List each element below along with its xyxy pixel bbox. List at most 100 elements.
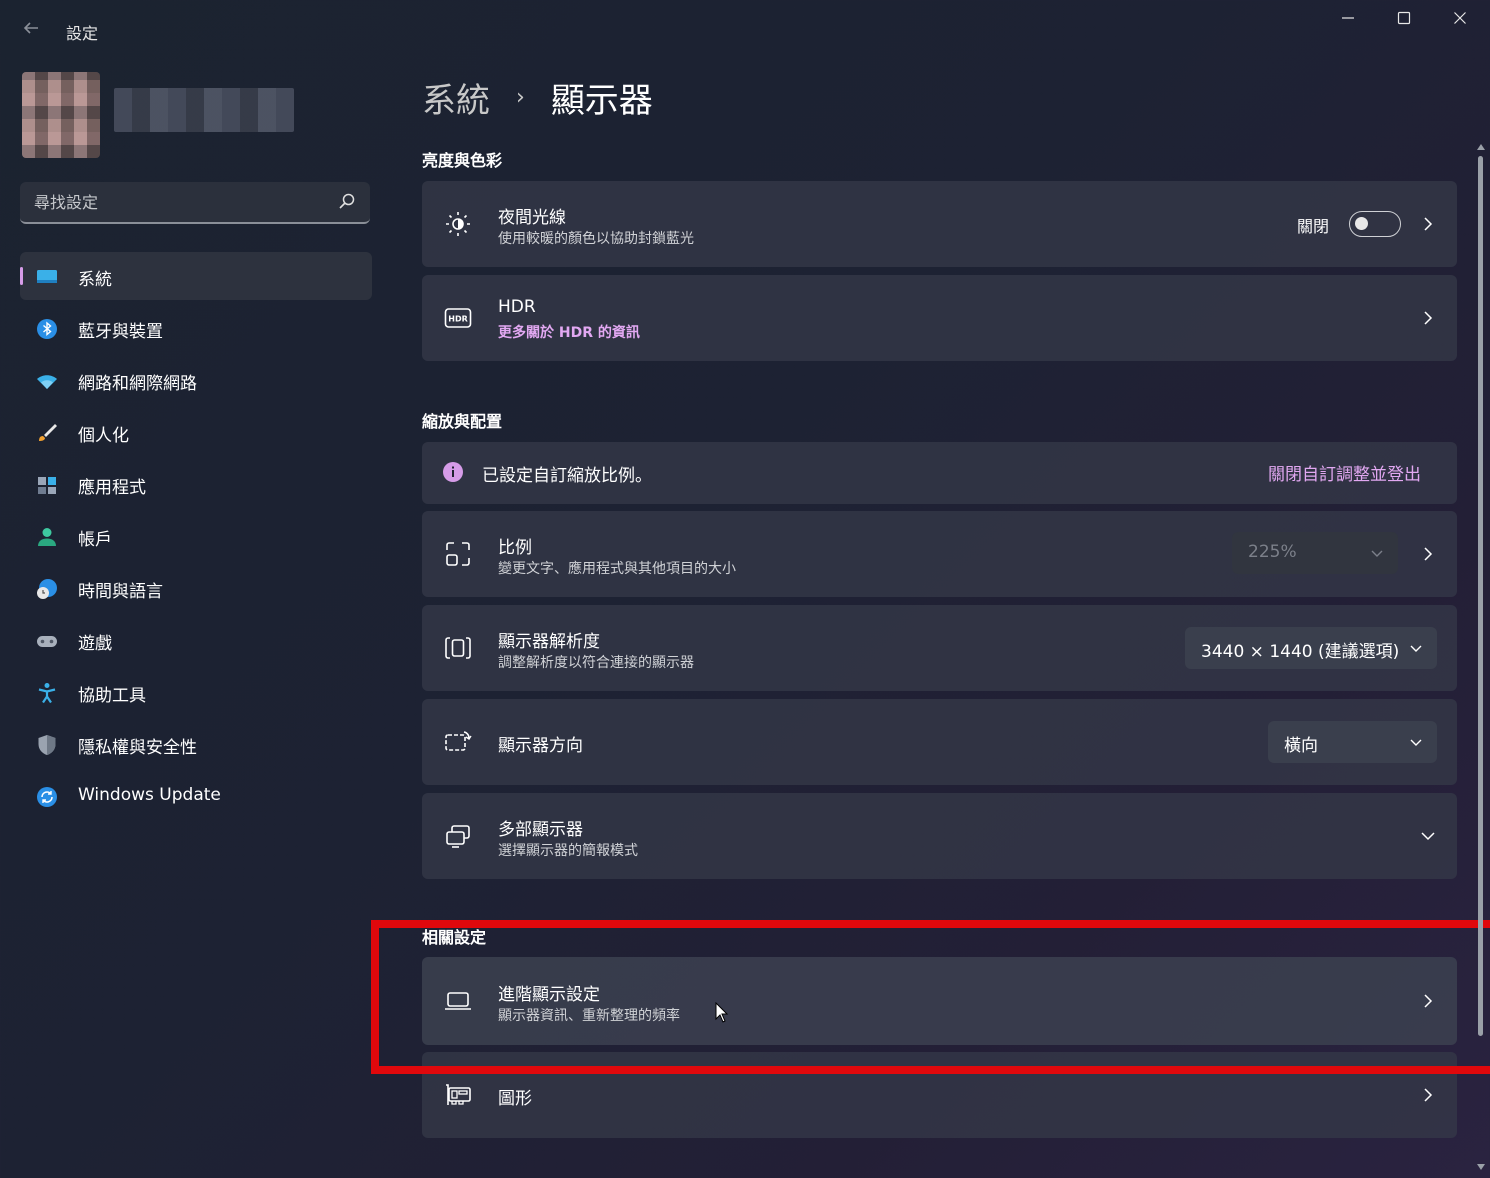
- chevron-down-icon: [1421, 832, 1435, 841]
- time-language-icon: [37, 579, 57, 599]
- sidebar-item-personalization[interactable]: 個人化: [20, 408, 372, 456]
- laptop-icon: [445, 992, 471, 1010]
- custom-scale-info-card: 已設定自訂縮放比例。 關閉自訂調整並登出: [422, 442, 1457, 504]
- advanced-display-card[interactable]: 進階顯示設定 顯示器資訊、重新整理的頻率: [422, 957, 1457, 1045]
- scale-icon: [446, 542, 470, 566]
- search-box[interactable]: [20, 182, 370, 224]
- sidebar-item-system[interactable]: 系統: [20, 252, 372, 300]
- scroll-down-arrow-icon[interactable]: [1476, 1162, 1486, 1172]
- sidebar-item-label: 帳戶: [78, 530, 112, 550]
- scale-dropdown-value: 225%: [1248, 542, 1297, 562]
- sidebar-item-label: 協助工具: [78, 686, 146, 706]
- sidebar-item-gaming[interactable]: 遊戲: [20, 616, 372, 664]
- chevron-down-icon: [1410, 645, 1422, 652]
- back-button[interactable]: [18, 18, 44, 44]
- graphics-card[interactable]: 圖形: [422, 1052, 1457, 1138]
- scale-dropdown: 225%: [1232, 532, 1398, 574]
- resolution-title: 顯示器解析度: [498, 632, 600, 652]
- turn-off-custom-scale-link[interactable]: 關閉自訂調整並登出: [1268, 460, 1421, 485]
- orientation-title: 顯示器方向: [498, 736, 583, 756]
- minimize-button[interactable]: [1320, 6, 1376, 34]
- breadcrumb-parent[interactable]: 系統: [422, 73, 490, 122]
- accessibility-icon: [38, 683, 56, 704]
- shield-icon: [38, 735, 56, 755]
- minimize-icon: [1342, 17, 1354, 19]
- back-arrow-icon: [23, 22, 38, 34]
- resolution-dropdown[interactable]: 3440 × 1440 (建議選項): [1185, 627, 1437, 669]
- hdr-title: HDR: [498, 297, 536, 317]
- advanced-display-title: 進階顯示設定: [498, 985, 600, 1005]
- sidebar-item-label: 隱私權與安全性: [78, 738, 197, 758]
- sidebar-item-privacy[interactable]: 隱私權與安全性: [20, 720, 372, 768]
- chevron-right-icon: [1424, 311, 1433, 325]
- user-name-blurred: [114, 88, 294, 132]
- chevron-right-icon: [1424, 1088, 1433, 1102]
- avatar[interactable]: [22, 72, 100, 158]
- section-title-related: 相關設定: [422, 928, 487, 947]
- sidebar-item-label: 遊戲: [78, 634, 112, 654]
- title-bar: 設定: [0, 0, 1490, 60]
- advanced-display-desc: 顯示器資訊、重新整理的頻率: [498, 1008, 680, 1024]
- sidebar-item-accounts[interactable]: 帳戶: [20, 512, 372, 560]
- search-icon[interactable]: [338, 192, 356, 210]
- scrollbar-thumb[interactable]: [1478, 156, 1483, 1036]
- orientation-dropdown[interactable]: 橫向: [1268, 721, 1437, 763]
- svg-text:HDR: HDR: [448, 315, 468, 324]
- chevron-right-icon: [1424, 217, 1433, 231]
- info-icon: [443, 462, 463, 482]
- sidebar-item-bluetooth[interactable]: 藍牙與裝置: [20, 304, 372, 352]
- sidebar-item-label: 應用程式: [78, 478, 146, 498]
- maximize-button[interactable]: [1376, 6, 1432, 34]
- sidebar-item-time-language[interactable]: 時間與語言: [20, 564, 372, 612]
- close-button[interactable]: [1432, 6, 1488, 34]
- graphics-title: 圖形: [498, 1089, 532, 1109]
- section-title-scale-layout: 縮放與配置: [422, 412, 503, 431]
- search-input[interactable]: [34, 190, 334, 214]
- orientation-icon: [445, 731, 472, 751]
- page-title: 顯示器: [550, 80, 653, 121]
- chevron-down-icon: [1410, 739, 1422, 746]
- close-icon: [1454, 12, 1466, 24]
- gamepad-icon: [37, 636, 57, 647]
- night-light-toggle[interactable]: [1349, 211, 1401, 237]
- night-light-card[interactable]: 夜間光線 使用較暖的顏色以協助封鎖藍光 關閉: [422, 181, 1457, 267]
- resolution-dropdown-value: 3440 × 1440 (建議選項): [1201, 642, 1400, 662]
- resolution-icon: [445, 637, 471, 659]
- multiple-displays-desc: 選擇顯示器的簡報模式: [498, 843, 638, 859]
- sidebar-item-accessibility[interactable]: 協助工具: [20, 668, 372, 716]
- sidebar-item-label: 系統: [78, 270, 112, 290]
- account-icon: [38, 528, 56, 546]
- hdr-info-link[interactable]: 更多關於 HDR 的資訊: [498, 322, 640, 342]
- chevron-right-icon: [1424, 547, 1433, 561]
- chevron-down-icon: [1371, 550, 1383, 557]
- update-icon: [37, 787, 57, 807]
- orientation-card: 顯示器方向 橫向: [422, 699, 1457, 785]
- hdr-icon: HDR: [444, 308, 472, 328]
- sidebar-item-label: Windows Update: [78, 785, 221, 805]
- scale-title: 比例: [498, 538, 532, 558]
- resolution-desc: 調整解析度以符合連接的顯示器: [498, 655, 694, 671]
- app-title: 設定: [66, 24, 99, 43]
- scale-desc: 變更文字、應用程式與其他項目的大小: [498, 561, 736, 577]
- breadcrumb-separator: ›: [516, 84, 525, 110]
- breadcrumb: 系統 › 顯示器: [422, 70, 653, 124]
- multiple-displays-title: 多部顯示器: [498, 820, 583, 840]
- section-title-brightness: 亮度與色彩: [422, 151, 503, 170]
- hdr-card[interactable]: HDR HDR 更多關於 HDR 的資訊: [422, 275, 1457, 361]
- scale-card[interactable]: 比例 變更文字、應用程式與其他項目的大小 225%: [422, 511, 1457, 597]
- sidebar-item-apps[interactable]: 應用程式: [20, 460, 372, 508]
- night-light-title: 夜間光線: [498, 208, 566, 228]
- brush-icon: [39, 424, 57, 441]
- night-light-desc: 使用較暖的顏色以協助封鎖藍光: [498, 231, 694, 247]
- system-icon: [37, 270, 57, 283]
- chevron-right-icon: [1424, 994, 1433, 1008]
- night-light-toggle-label: 關閉: [1296, 217, 1329, 236]
- sidebar-item-label: 藍牙與裝置: [78, 322, 163, 342]
- sidebar-item-network[interactable]: 網路和網際網路: [20, 356, 372, 404]
- bluetooth-icon: [37, 319, 57, 339]
- wifi-icon: [37, 375, 57, 389]
- sidebar-item-windows-update[interactable]: Windows Update: [20, 772, 372, 820]
- multiple-displays-card[interactable]: 多部顯示器 選擇顯示器的簡報模式: [422, 793, 1457, 879]
- scroll-up-arrow-icon[interactable]: [1476, 142, 1486, 152]
- custom-scale-info-text: 已設定自訂縮放比例。: [482, 466, 652, 486]
